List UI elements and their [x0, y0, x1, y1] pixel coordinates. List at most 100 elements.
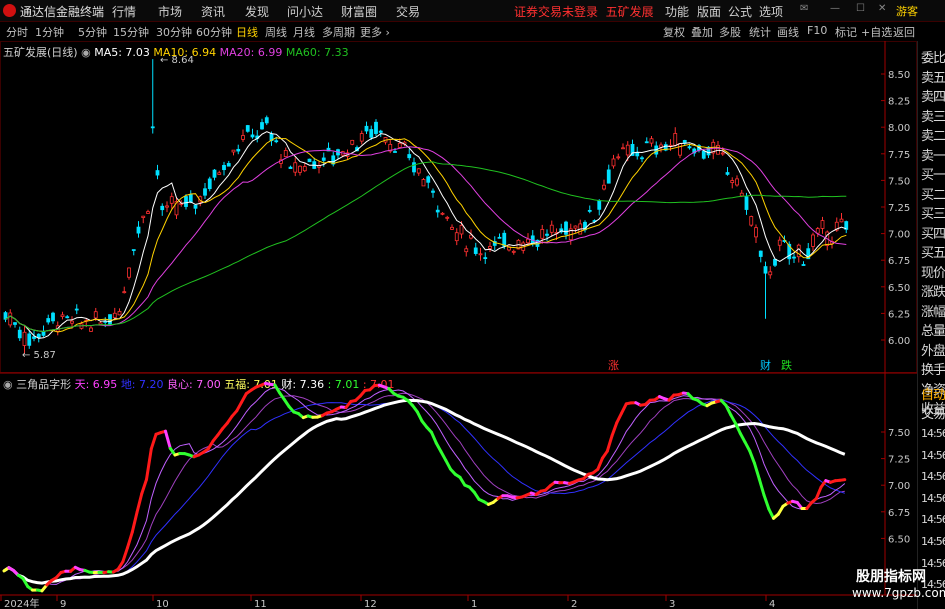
login-warning[interactable]: 证券交易未登录 五矿发展	[514, 3, 654, 20]
side-panel-item[interactable]: 总量	[921, 320, 945, 339]
candle-body	[606, 169, 611, 184]
side-panel-item[interactable]: 卖四	[921, 86, 945, 105]
side-panel-item[interactable]: 自动	[921, 384, 945, 403]
candle-body	[127, 267, 131, 278]
maximize-icon[interactable]: ☐	[856, 3, 865, 14]
side-panel-item[interactable]: 卖二	[921, 125, 945, 144]
side-panel-item[interactable]: 换手	[921, 359, 945, 378]
trend-segment	[610, 421, 619, 438]
minimize-icon[interactable]: —	[830, 3, 840, 14]
side-panel-item[interactable]: 交易	[921, 403, 945, 422]
trend-segment	[615, 411, 623, 425]
trend-segment	[596, 456, 604, 471]
menu-item-formula[interactable]: 公式	[728, 3, 752, 20]
period-60min[interactable]: 60分钟	[196, 24, 232, 40]
candle-body	[374, 121, 378, 134]
period-5min[interactable]: 5分钟	[78, 24, 107, 40]
candle-body	[777, 239, 782, 246]
trend-segment	[145, 447, 153, 481]
side-panel-item[interactable]: 买三	[921, 203, 945, 222]
side-panel-item[interactable]: 14:56	[921, 535, 945, 548]
menu-item-xiaoda[interactable]: 问小达	[287, 3, 323, 20]
candle-body	[564, 221, 568, 235]
side-panel-item[interactable]: 买二	[921, 184, 945, 203]
close-icon[interactable]: ✕	[878, 3, 886, 14]
mail-icon[interactable]: ✉	[800, 3, 808, 14]
side-panel-item[interactable]: 卖五	[921, 67, 945, 86]
candle-body	[160, 205, 165, 211]
side-panel-item[interactable]: 卖三	[921, 106, 945, 125]
period-monthly[interactable]: 月线	[293, 24, 315, 40]
period-timeshare[interactable]: 分时	[6, 24, 28, 40]
candle-body	[226, 163, 231, 167]
candle-body	[540, 229, 545, 239]
menu-item-options[interactable]: 选项	[759, 3, 783, 20]
candle-body	[203, 188, 207, 196]
candle-body	[74, 308, 79, 311]
tool-fuquan[interactable]: 复权	[663, 24, 685, 40]
price-tick-label: 6.50	[888, 283, 910, 294]
period-multi[interactable]: 多周期	[322, 24, 355, 40]
trend-segment	[140, 478, 148, 495]
candle-body	[445, 216, 450, 219]
price-tick-label: 8.50	[888, 70, 910, 81]
period-1min[interactable]: 1分钟	[35, 24, 64, 40]
side-panel-item[interactable]: 现价	[921, 262, 945, 281]
period-15min[interactable]: 15分钟	[113, 24, 149, 40]
side-panel-item[interactable]: 卖一	[921, 145, 945, 164]
tool-f10[interactable]: F10	[807, 24, 827, 37]
period-weekly[interactable]: 周线	[265, 24, 287, 40]
menu-item-wealth[interactable]: 财富圈	[341, 3, 377, 20]
tool-multi-stock[interactable]: 多股	[719, 24, 741, 40]
candle-body	[459, 224, 464, 235]
tool-mark[interactable]: 标记	[835, 24, 857, 40]
candle-body	[749, 216, 754, 226]
indicator-thin-line	[3, 387, 846, 585]
side-panel-item[interactable]: 委比	[921, 47, 945, 66]
menu-item-trade[interactable]: 交易	[396, 3, 420, 20]
side-panel-item[interactable]: 14:56	[921, 513, 945, 526]
tool-stats[interactable]: 统计	[749, 24, 771, 40]
menu-item-market[interactable]: 市场	[158, 3, 182, 20]
side-panel-item[interactable]: 买五	[921, 242, 945, 261]
indicator-lines	[2, 381, 847, 593]
candle-body	[136, 226, 141, 234]
side-panel-item[interactable]: 14:56	[921, 492, 945, 505]
period-more[interactable]: 更多 ›	[360, 24, 390, 40]
high-price-label: ← 8.64	[160, 55, 194, 66]
candle-body	[117, 311, 122, 316]
menu-item-discover[interactable]: 发现	[245, 3, 269, 20]
date-label: 4	[769, 599, 775, 609]
candle-body	[60, 314, 65, 317]
period-daily[interactable]: 日线	[236, 24, 258, 40]
side-panel-item[interactable]: 买四	[921, 223, 945, 242]
price-tick-label: 6.00	[888, 336, 910, 347]
tool-back[interactable]: 返回	[893, 24, 915, 40]
side-panel-item[interactable]: 外盘	[921, 340, 945, 359]
tool-add-watchlist[interactable]: +自选	[861, 24, 892, 40]
side-panel-item[interactable]: 14:56	[921, 470, 945, 483]
candle-body	[412, 162, 416, 173]
tool-draw[interactable]: 画线	[777, 24, 799, 40]
candle-body	[488, 246, 492, 249]
watermark-line1: 股朋指标网	[856, 569, 926, 585]
kline-chart[interactable]: ← 8.64 ← 5.87 涨 财跌 8.50 8.25 8.00 7.75 7.50 7.25…	[0, 41, 917, 609]
period-30min[interactable]: 30分钟	[156, 24, 192, 40]
tool-overlay[interactable]: 叠加	[691, 24, 713, 40]
side-panel-item[interactable]: 买一	[921, 164, 945, 183]
side-panel-item[interactable]: 涨幅	[921, 301, 945, 320]
menu-item-quotes[interactable]: 行情	[112, 3, 136, 20]
price-tick-label: 7.00	[888, 230, 910, 241]
candle-body	[792, 256, 796, 259]
candle-body	[169, 196, 174, 204]
candle-body	[811, 234, 815, 247]
side-panel-item[interactable]: 涨跌	[921, 281, 945, 300]
candle-body	[621, 147, 625, 150]
date-label: 9	[60, 599, 66, 609]
menu-item-function[interactable]: 功能	[665, 3, 689, 20]
side-panel-item[interactable]: 14:56	[921, 449, 945, 462]
menu-item-layout[interactable]: 版面	[697, 3, 721, 20]
menu-item-news[interactable]: 资讯	[201, 3, 225, 20]
side-panel-item[interactable]: 14:56	[921, 427, 945, 440]
guest-label[interactable]: 游客	[896, 3, 918, 19]
